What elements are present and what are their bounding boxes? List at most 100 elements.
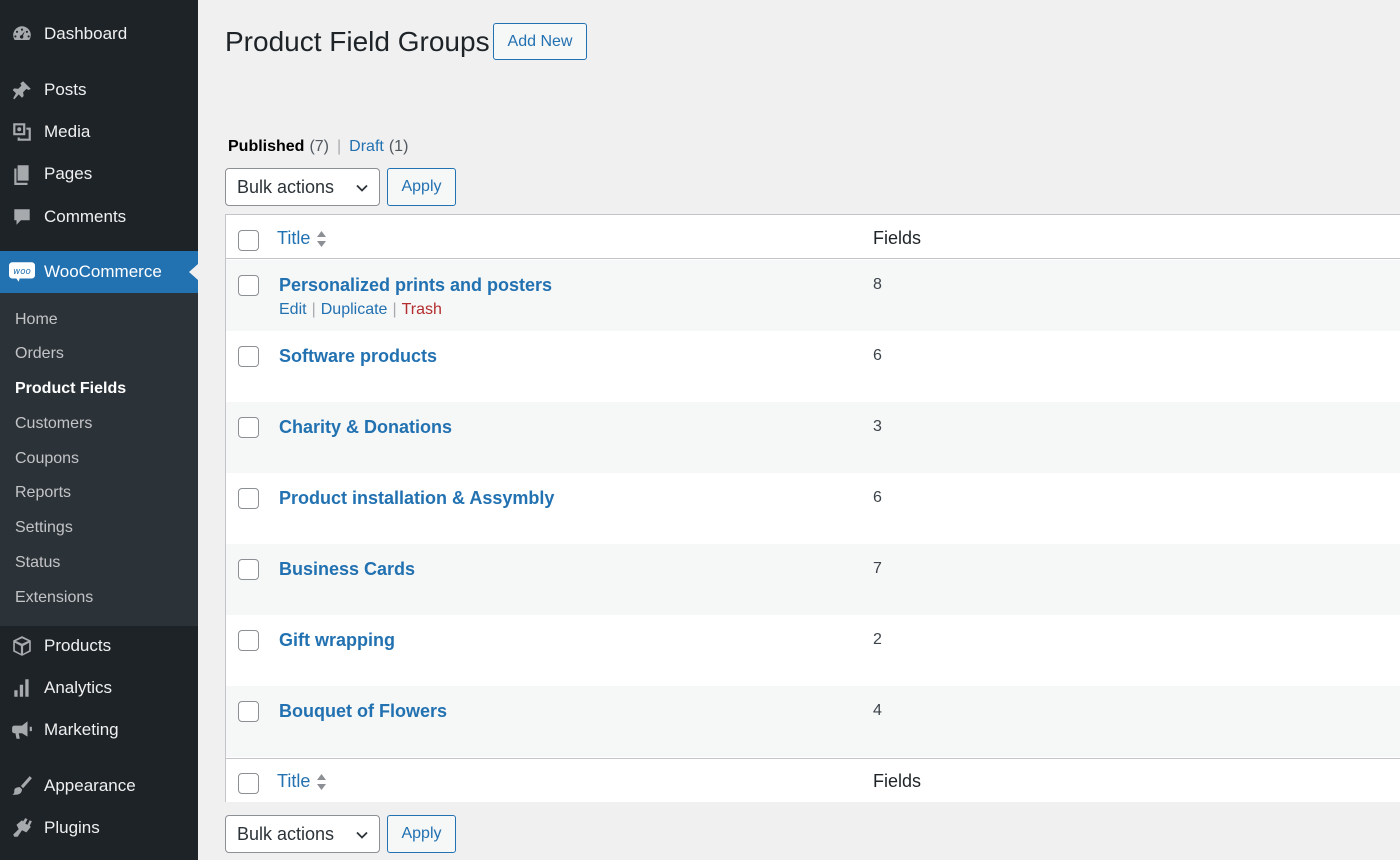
row-checkbox[interactable] xyxy=(238,417,259,438)
plug-icon xyxy=(0,817,44,839)
woocommerce-submenu: Home Orders Product Fields Customers Cou… xyxy=(0,293,198,626)
sort-icon xyxy=(317,230,327,247)
status-filters: Published (7) | Draft (1) xyxy=(228,137,408,157)
column-title-header[interactable]: Title xyxy=(277,228,327,249)
menu-label: Appearance xyxy=(44,776,136,795)
woocommerce-logo-icon: woo xyxy=(0,261,44,283)
row-actions: Edit | Duplicate | Trash xyxy=(279,301,442,319)
row-checkbox[interactable] xyxy=(238,701,259,722)
chevron-down-icon xyxy=(356,184,368,192)
menu-label: Plugins xyxy=(44,818,100,837)
menu-label: Posts xyxy=(44,80,87,99)
row-title-link[interactable]: Bouquet of Flowers xyxy=(279,699,447,723)
row-title-link[interactable]: Personalized prints and posters xyxy=(279,273,552,297)
filter-separator: | xyxy=(337,138,342,155)
menu-item-appearance[interactable]: Appearance xyxy=(0,766,198,806)
submenu-item-orders[interactable]: Orders xyxy=(15,342,64,366)
box-icon xyxy=(0,635,44,657)
row-fields-count: 6 xyxy=(873,489,882,506)
column-title-label: Title xyxy=(277,228,311,248)
bulk-actions-select-top[interactable]: Bulk actions xyxy=(225,168,380,206)
menu-label: Marketing xyxy=(44,720,119,739)
menu-label: Analytics xyxy=(44,678,113,697)
row-checkbox[interactable] xyxy=(238,346,259,367)
filter-published[interactable]: Published xyxy=(228,138,304,156)
menu-label: Comments xyxy=(44,207,127,226)
menu-label: Media xyxy=(44,122,91,141)
menu-label: Pages xyxy=(44,164,93,183)
duplicate-link[interactable]: Duplicate xyxy=(321,301,388,319)
select-all-checkbox-footer[interactable] xyxy=(238,773,259,794)
row-fields-count: 2 xyxy=(873,631,882,648)
menu-label: WooCommerce xyxy=(44,262,162,281)
menu-item-dashboard[interactable]: Dashboard xyxy=(0,14,198,54)
menu-item-plugins[interactable]: Plugins xyxy=(0,808,198,848)
row-title-link[interactable]: Business Cards xyxy=(279,557,415,581)
menu-item-analytics[interactable]: Analytics xyxy=(0,668,198,708)
table-row: Business Cards 7 xyxy=(226,544,1400,615)
submenu-item-status[interactable]: Status xyxy=(15,551,60,575)
submenu-item-product-fields[interactable]: Product Fields xyxy=(15,377,126,401)
pin-icon xyxy=(0,79,44,101)
row-fields-count: 7 xyxy=(873,560,882,577)
draft-count: (1) xyxy=(388,138,409,155)
chevron-down-icon xyxy=(356,831,368,839)
action-separator: | xyxy=(392,301,397,318)
row-title-link[interactable]: Charity & Donations xyxy=(279,415,452,439)
field-groups-table: Title Fields Personalized prints and pos… xyxy=(225,214,1400,802)
media-icon xyxy=(0,121,44,143)
sort-icon xyxy=(317,773,327,790)
menu-label: Products xyxy=(44,636,112,655)
admin-sidebar: Dashboard Posts Media Pages Comments woo… xyxy=(0,0,198,860)
dashboard-icon xyxy=(0,23,44,45)
row-title-link[interactable]: Gift wrapping xyxy=(279,628,395,652)
menu-item-media[interactable]: Media xyxy=(0,112,198,152)
add-new-button[interactable]: Add New xyxy=(493,23,587,60)
select-all-checkbox[interactable] xyxy=(238,230,259,251)
menu-item-marketing[interactable]: Marketing xyxy=(0,710,198,750)
submenu-item-home[interactable]: Home xyxy=(15,308,58,332)
trash-link[interactable]: Trash xyxy=(402,301,442,319)
table-row: Gift wrapping 2 xyxy=(226,615,1400,686)
pages-icon xyxy=(0,163,44,185)
submenu-item-settings[interactable]: Settings xyxy=(15,516,73,540)
published-count: (7) xyxy=(309,138,330,155)
bulk-actions-select-bottom[interactable]: Bulk actions xyxy=(225,815,380,853)
row-title-link[interactable]: Software products xyxy=(279,344,437,368)
menu-item-woocommerce[interactable]: woo WooCommerce xyxy=(0,251,198,293)
menu-item-products[interactable]: Products xyxy=(0,626,198,666)
column-fields-footer: Fields xyxy=(873,771,922,791)
menu-label: Dashboard xyxy=(44,24,128,43)
megaphone-icon xyxy=(0,719,44,741)
table-footer: Title Fields xyxy=(226,758,1400,802)
menu-item-posts[interactable]: Posts xyxy=(0,70,198,110)
row-checkbox[interactable] xyxy=(238,559,259,580)
row-fields-count: 3 xyxy=(873,418,882,435)
bulk-actions-value: Bulk actions xyxy=(237,176,335,197)
row-title-link[interactable]: Product installation & Assymbly xyxy=(279,486,554,510)
column-title-footer[interactable]: Title xyxy=(277,771,327,792)
apply-button-bottom[interactable]: Apply xyxy=(387,815,456,853)
page-title: Product Field Groups xyxy=(225,26,490,57)
submenu-item-reports[interactable]: Reports xyxy=(15,481,71,505)
row-checkbox[interactable] xyxy=(238,275,259,296)
submenu-item-customers[interactable]: Customers xyxy=(15,412,92,436)
filter-draft[interactable]: Draft xyxy=(349,138,384,156)
table-row: Personalized prints and posters Edit | D… xyxy=(226,260,1400,331)
table-header: Title Fields xyxy=(226,215,1400,259)
edit-link[interactable]: Edit xyxy=(279,301,307,319)
row-fields-count: 6 xyxy=(873,347,882,364)
row-checkbox[interactable] xyxy=(238,630,259,651)
table-row: Bouquet of Flowers 4 xyxy=(226,686,1400,757)
row-fields-count: 8 xyxy=(873,276,882,293)
svg-text:woo: woo xyxy=(13,267,31,277)
submenu-item-extensions[interactable]: Extensions xyxy=(15,586,93,610)
menu-item-comments[interactable]: Comments xyxy=(0,197,198,237)
apply-button-top[interactable]: Apply xyxy=(387,168,456,206)
row-checkbox[interactable] xyxy=(238,488,259,509)
menu-item-pages[interactable]: Pages xyxy=(0,154,198,194)
current-menu-arrow xyxy=(189,264,198,280)
column-title-label: Title xyxy=(277,771,311,791)
table-row: Software products 6 xyxy=(226,331,1400,402)
submenu-item-coupons[interactable]: Coupons xyxy=(15,447,79,471)
